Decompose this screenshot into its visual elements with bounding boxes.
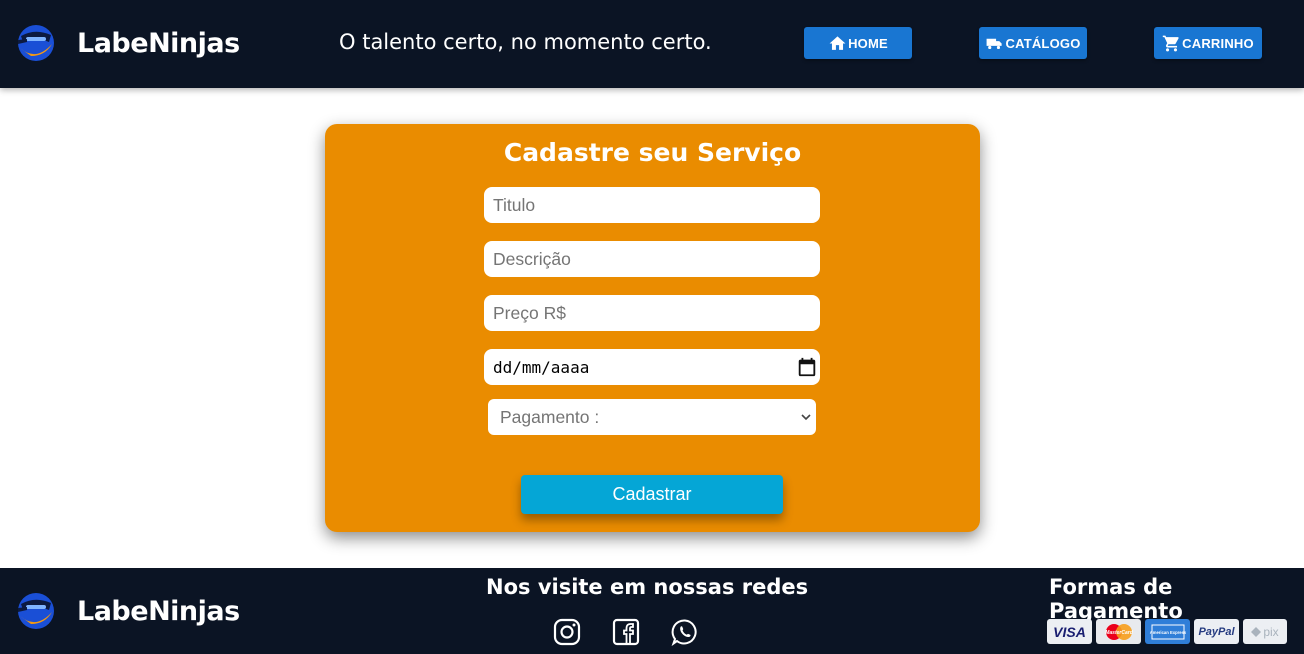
mastercard-logo-icon: MasterCard <box>1105 623 1133 640</box>
payment-select-value: Pagamento : <box>500 406 600 427</box>
payment-select[interactable]: Pagamento : <box>488 399 816 435</box>
social-heading: Nos visite em nossas redes <box>486 575 809 599</box>
cart-icon <box>1162 35 1179 51</box>
mastercard-text: MasterCard <box>1105 630 1133 636</box>
ninja-logo-icon <box>18 593 54 629</box>
date-input-value: dd/mm/aaaa <box>493 357 590 377</box>
catalog-button[interactable]: CATÁLOGO <box>979 27 1087 59</box>
submit-button[interactable]: Cadastrar <box>521 475 783 514</box>
title-input[interactable]: Titulo <box>484 187 820 223</box>
description-input[interactable]: Descrição <box>484 241 820 277</box>
date-input[interactable]: dd/mm/aaaa <box>484 349 820 385</box>
ninja-logo-icon <box>18 25 54 61</box>
visa-badge: VISA <box>1047 619 1092 644</box>
footer-logo: LabeNinjas <box>15 590 240 632</box>
truck-icon <box>987 38 1003 49</box>
calendar-icon[interactable] <box>796 356 818 378</box>
cart-button[interactable]: CARRINHO <box>1154 27 1262 59</box>
header: LabeNinjas O talento certo, no momento c… <box>0 0 1304 88</box>
catalog-button-label: CATÁLOGO <box>1005 35 1081 51</box>
chevron-down-icon <box>801 414 811 421</box>
payment-heading: Formas de Pagamento <box>1049 575 1183 623</box>
whatsapp-icon[interactable] <box>671 618 699 646</box>
home-button[interactable]: HOME <box>804 27 912 59</box>
amex-logo-icon: American Express <box>1149 624 1186 639</box>
cart-button-label: CARRINHO <box>1182 35 1254 51</box>
home-icon <box>829 35 846 50</box>
footer: LabeNinjas Nos visite em nossas redes Fo… <box>0 568 1304 654</box>
facebook-icon[interactable] <box>612 618 640 646</box>
header-logo[interactable]: LabeNinjas <box>15 22 240 64</box>
slogan: O talento certo, no momento certo. <box>339 30 712 54</box>
service-form-card: Cadastre seu Serviço Titulo Descrição Pr… <box>325 124 980 532</box>
instagram-icon[interactable] <box>553 618 581 646</box>
amex-text: American Express <box>1149 630 1186 635</box>
mastercard-badge: MasterCard <box>1096 619 1141 644</box>
pix-icon <box>1251 626 1262 637</box>
form-title: Cadastre seu Serviço <box>503 138 802 167</box>
paypal-badge: PayPal <box>1194 619 1239 644</box>
price-input[interactable]: Preço R$ <box>484 295 820 331</box>
amex-badge: American Express <box>1145 619 1190 644</box>
brand-name: LabeNinjas <box>77 27 240 59</box>
pix-text: pix <box>1263 624 1279 639</box>
pix-badge: pix <box>1243 619 1287 644</box>
footer-brand-name: LabeNinjas <box>77 595 240 627</box>
home-button-label: HOME <box>848 35 888 51</box>
